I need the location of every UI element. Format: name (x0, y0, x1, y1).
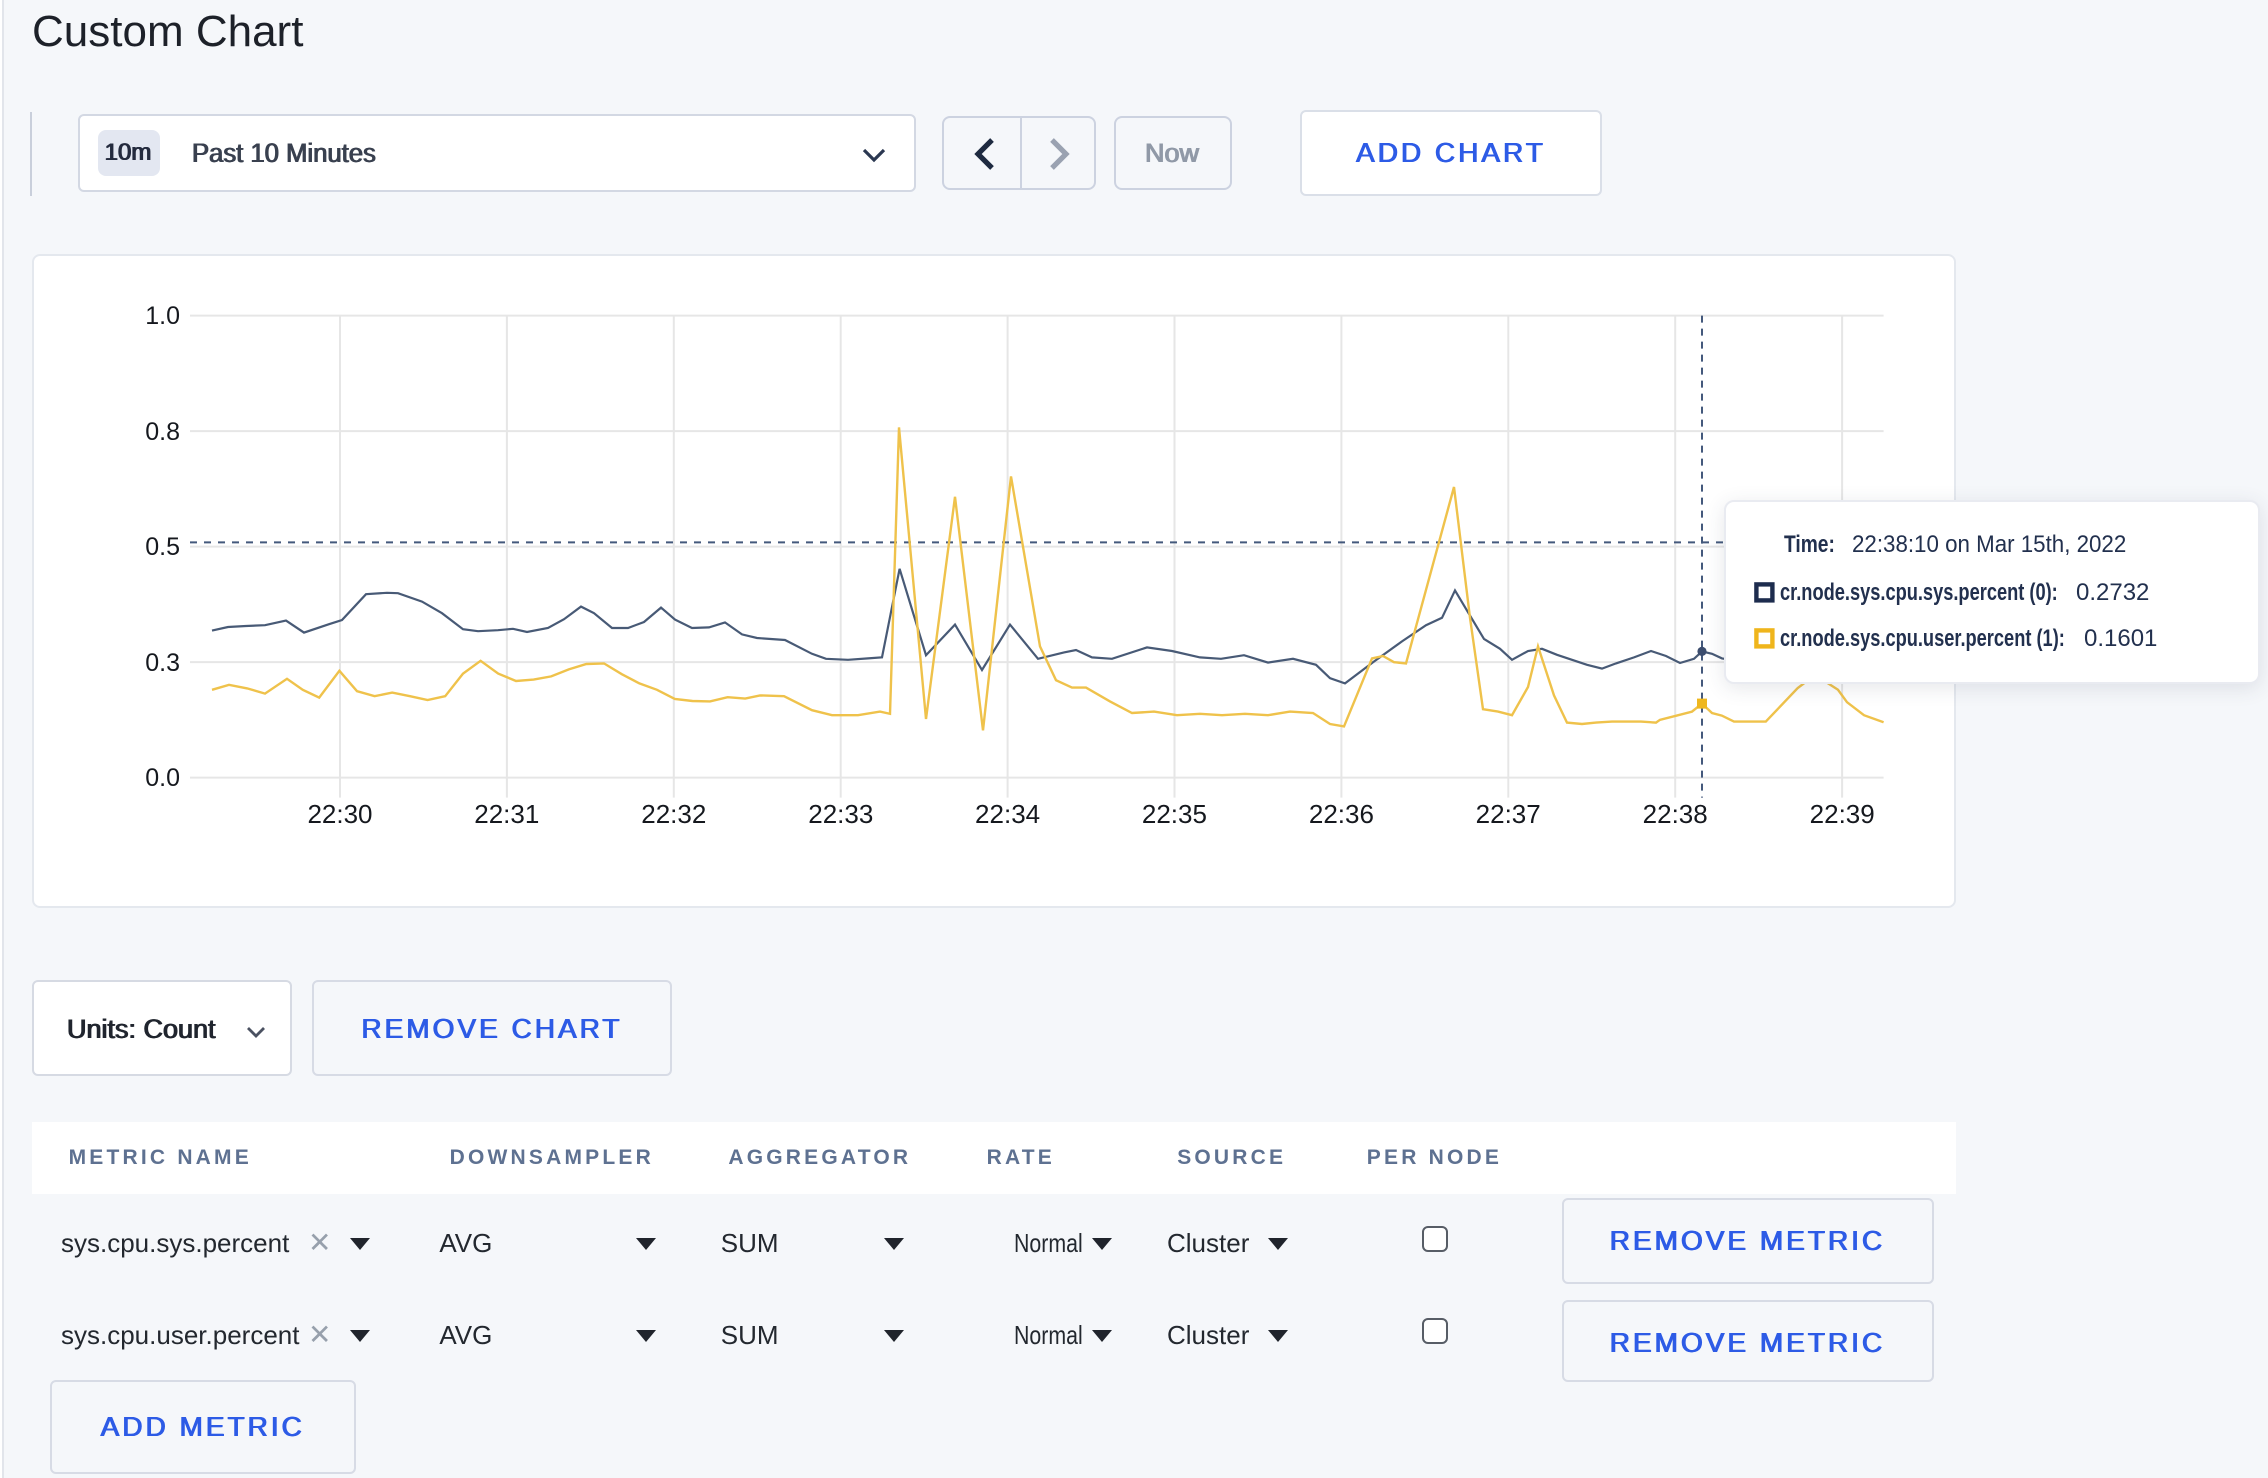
svg-text:22:38: 22:38 (1643, 799, 1708, 829)
svg-text:0.8: 0.8 (145, 418, 180, 446)
svg-text:22:35: 22:35 (1142, 799, 1207, 829)
svg-text:0.0: 0.0 (145, 764, 180, 792)
svg-text:22:31: 22:31 (474, 799, 539, 829)
svg-text:0.5: 0.5 (145, 533, 180, 561)
svg-text:22:36: 22:36 (1309, 799, 1374, 829)
svg-text:1.0: 1.0 (145, 302, 180, 330)
svg-text:22:39: 22:39 (1810, 799, 1875, 829)
svg-text:0.3: 0.3 (145, 649, 180, 677)
svg-text:22:34: 22:34 (975, 799, 1040, 829)
svg-text:22:33: 22:33 (808, 799, 873, 829)
svg-text:22:32: 22:32 (641, 799, 706, 829)
svg-text:22:37: 22:37 (1476, 799, 1541, 829)
svg-text:22:30: 22:30 (307, 799, 372, 829)
